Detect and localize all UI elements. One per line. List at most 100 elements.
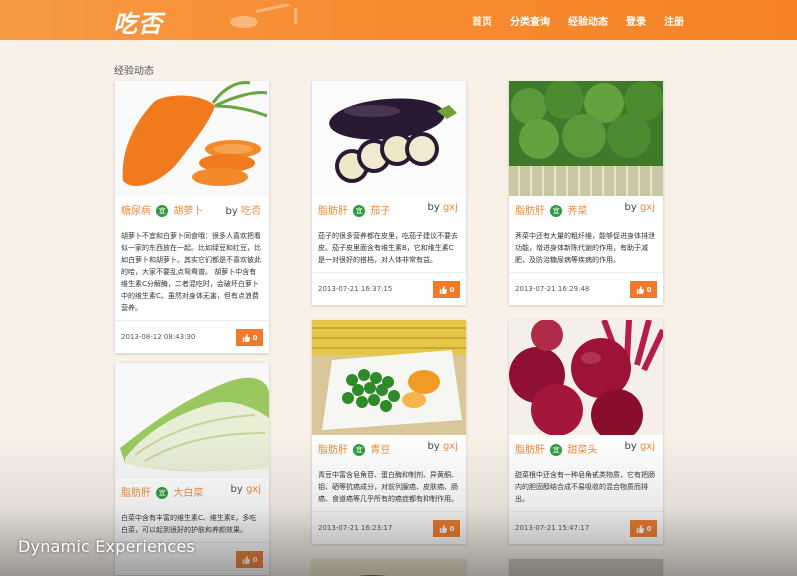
author-link[interactable]: gxj <box>640 441 655 452</box>
like-button[interactable]: 0 <box>236 329 263 346</box>
experience-card-partial[interactable] <box>312 559 466 576</box>
author-link[interactable]: gxj <box>443 202 458 213</box>
card-description: 茄子的很多营养都在皮里，吃茄子建议不要去皮。茄子皮里面含有维生素B，它和维生素C… <box>312 226 466 273</box>
watermark-caption: Dynamic Experiences <box>18 537 196 556</box>
suitable-badge: 宜 <box>156 487 169 499</box>
card-header: 脂肪肝 宜 荠菜 by gxj <box>509 196 663 226</box>
thumbs-up-icon <box>636 524 644 533</box>
like-count: 0 <box>646 285 652 294</box>
by-label: by <box>427 202 440 213</box>
disease-tag[interactable]: 脂肪肝 <box>515 206 545 217</box>
vegetable-name[interactable]: 甜菜头 <box>567 445 597 456</box>
nav-category-search[interactable]: 分类查询 <box>510 13 550 28</box>
by-label: by <box>427 441 440 452</box>
card-header: 脂肪肝 宜 青豆 by gxj <box>312 435 466 465</box>
card-description: 胡萝卜不宜和白萝卜同食哦：很多人喜欢把看似一家的东西放在一起。比如绿豆和红豆，比… <box>115 226 269 321</box>
timestamp: 2013-07-21 16:37:15 <box>318 285 393 293</box>
byline: by gxj <box>428 202 459 213</box>
by-label: by <box>225 206 238 217</box>
suitable-badge: 宜 <box>353 205 366 217</box>
by-label: by <box>624 441 637 452</box>
like-button[interactable]: 0 <box>433 520 460 537</box>
vegetable-name[interactable]: 胡萝卜 <box>173 206 203 217</box>
card-header: 脂肪肝 宜 茄子 by gxj <box>312 196 466 226</box>
card-header: 脂肪肝 宜 大白菜 by gxj <box>115 478 269 508</box>
byline: by gxj <box>625 202 656 213</box>
card-footer: 2013-07-21 15:47:17 0 <box>509 512 663 544</box>
nav-register[interactable]: 注册 <box>664 13 684 28</box>
disease-tag[interactable]: 糖尿病 <box>121 206 151 217</box>
card-image-partial[interactable] <box>312 559 466 576</box>
suitable-badge: 宜 <box>156 205 169 217</box>
experience-card[interactable]: 脂肪肝 宜 荠菜 by gxj 荠菜中还有大量的粗纤维，能够促进身体排泄功能，增… <box>509 81 663 305</box>
card-image-partial[interactable] <box>509 559 663 576</box>
like-count: 0 <box>252 333 258 342</box>
like-count: 0 <box>646 524 652 533</box>
card-header: 糖尿病 宜 胡萝卜 by 吃否 <box>115 196 269 226</box>
beetroot-image[interactable] <box>509 320 663 435</box>
byline: by gxj <box>428 441 459 452</box>
cooking-pot-icon <box>230 4 297 28</box>
nav-home[interactable]: 首页 <box>472 13 492 28</box>
carrot-image[interactable] <box>115 81 269 196</box>
disease-tag[interactable]: 脂肪肝 <box>318 445 348 456</box>
top-header: 吃否 首页 分类查询 经验动态 登录 注册 <box>0 0 797 40</box>
timestamp: 2013-07-21 16:29:48 <box>515 285 590 293</box>
main-nav: 首页 分类查询 经验动态 登录 注册 <box>472 0 684 40</box>
like-button[interactable]: 0 <box>630 281 657 298</box>
card-footer: 2013-08-12 08:43:30 0 <box>115 321 269 353</box>
experience-card[interactable]: 脂肪肝 宜 青豆 by gxj 青豆中富含皂角苷、蛋白酶抑制剂、异黄酮、钼、硒等… <box>312 320 466 544</box>
disease-tag[interactable]: 脂肪肝 <box>318 206 348 217</box>
like-button[interactable]: 0 <box>630 520 657 537</box>
author-link[interactable]: gxj <box>443 441 458 452</box>
green-peas-image[interactable] <box>312 320 466 435</box>
byline: by gxj <box>231 484 262 495</box>
card-header: 脂肪肝 宜 甜菜头 by gxj <box>509 435 663 465</box>
author-link[interactable]: gxj <box>246 484 261 495</box>
like-count: 0 <box>449 285 455 294</box>
experience-card[interactable]: 脂肪肝 宜 甜菜头 by gxj 甜菜根中还含有一种皂角甙类物质，它有把肠内的胆… <box>509 320 663 544</box>
byline: by 吃否 <box>226 202 261 217</box>
experience-card[interactable]: 糖尿病 宜 胡萝卜 by 吃否 胡萝卜不宜和白萝卜同食哦：很多人喜欢把看似一家的… <box>115 81 269 353</box>
card-description: 甜菜根中还含有一种皂角甙类物质，它有把肠内的胆固醇结合成不易吸收的混合物质而排出… <box>509 465 663 512</box>
like-button[interactable]: 0 <box>236 551 263 568</box>
disease-tag[interactable]: 脂肪肝 <box>515 445 545 456</box>
napa-cabbage-image[interactable] <box>115 363 269 478</box>
section-title: 经验动态 <box>114 66 154 77</box>
timestamp: 2013-07-21 16:23:17 <box>318 524 393 532</box>
card-description: 荠菜中还有大量的粗纤维，能够促进身体排泄功能，增进身体新陈代谢的作用，有助于减肥… <box>509 226 663 273</box>
byline: by gxj <box>625 441 656 452</box>
thumbs-up-icon <box>636 285 644 294</box>
card-footer: 2013-07-21 16:29:48 0 <box>509 273 663 305</box>
card-footer: 2013-07-21 16:37:15 0 <box>312 273 466 305</box>
thumbs-up-icon <box>242 555 250 564</box>
nav-experience-feed[interactable]: 经验动态 <box>568 13 608 28</box>
thumbs-up-icon <box>242 333 250 342</box>
by-label: by <box>230 484 243 495</box>
card-footer: 2013-07-21 16:23:17 0 <box>312 512 466 544</box>
site-logo[interactable]: 吃否 <box>113 4 163 39</box>
vegetable-name[interactable]: 大白菜 <box>173 488 203 499</box>
by-label: by <box>624 202 637 213</box>
author-link[interactable]: gxj <box>640 202 655 213</box>
vegetable-name[interactable]: 荠菜 <box>567 206 587 217</box>
like-button[interactable]: 0 <box>433 281 460 298</box>
vegetable-name[interactable]: 茄子 <box>370 206 390 217</box>
suitable-badge: 宜 <box>550 205 563 217</box>
eggplant-image[interactable] <box>312 81 466 196</box>
vegetable-name[interactable]: 青豆 <box>370 445 390 456</box>
nav-login[interactable]: 登录 <box>626 13 646 28</box>
disease-tag[interactable]: 脂肪肝 <box>121 488 151 499</box>
card-description: 青豆中富含皂角苷、蛋白酶抑制剂、异黄酮、钼、硒等抗癌成分，对前列腺癌、皮肤癌、肠… <box>312 465 466 512</box>
timestamp: 2013-07-21 15:47:17 <box>515 524 590 532</box>
shepherds-purse-image[interactable] <box>509 81 663 196</box>
suitable-badge: 宜 <box>550 444 563 456</box>
author-link[interactable]: 吃否 <box>241 206 261 217</box>
like-count: 0 <box>449 524 455 533</box>
suitable-badge: 宜 <box>353 444 366 456</box>
experience-card[interactable]: 脂肪肝 宜 茄子 by gxj 茄子的很多营养都在皮里，吃茄子建议不要去皮。茄子… <box>312 81 466 305</box>
thumbs-up-icon <box>439 524 447 533</box>
experience-card-partial[interactable] <box>509 559 663 576</box>
timestamp: 2013-08-12 08:43:30 <box>121 333 196 341</box>
like-count: 0 <box>252 555 258 564</box>
